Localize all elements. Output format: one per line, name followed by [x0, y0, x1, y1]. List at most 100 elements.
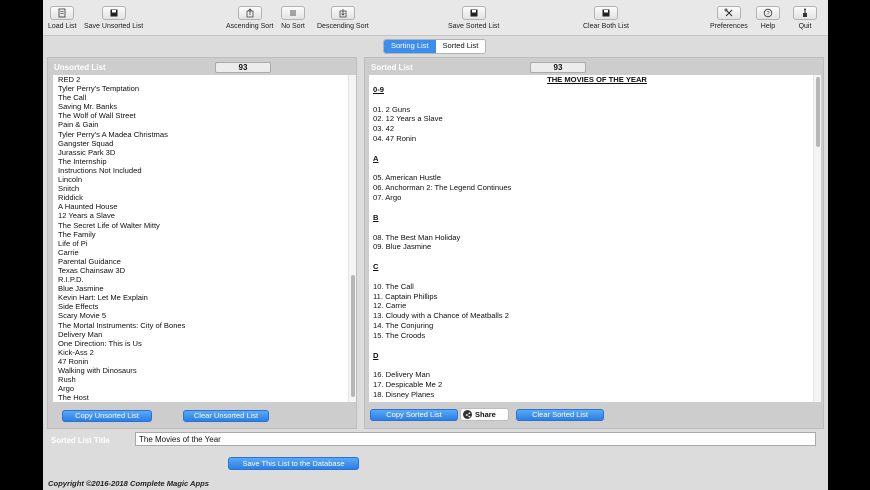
- save-unsorted-button[interactable]: Save Unsorted List: [84, 6, 143, 30]
- unsorted-list-item[interactable]: Tyler Perry's A Madea Christmas: [53, 130, 356, 139]
- descending-sort-button[interactable]: Descending Sort: [317, 6, 369, 30]
- unsorted-list-item[interactable]: Scary Movie 5: [53, 311, 356, 320]
- no-sort-button[interactable]: No Sort: [281, 6, 305, 30]
- sort-descending-icon: [330, 6, 355, 20]
- unsorted-list-item[interactable]: Gangster Squad: [53, 139, 356, 148]
- sorted-list-item[interactable]: 03. 42: [369, 124, 821, 134]
- unsorted-count: 93: [215, 62, 271, 73]
- help-label: Help: [760, 23, 776, 30]
- unsorted-scrollbar[interactable]: [348, 75, 356, 402]
- copy-unsorted-button[interactable]: Copy Unsorted List: [62, 410, 152, 422]
- unsorted-list-item[interactable]: The Secret Life of Walter Mitty: [53, 221, 356, 230]
- unsorted-list-item[interactable]: The Call: [53, 93, 356, 102]
- unsorted-list-item[interactable]: Argo: [53, 384, 356, 393]
- unsorted-list-item[interactable]: Kick-Ass 2: [53, 348, 356, 357]
- sorted-list-item[interactable]: 05. American Hustle: [369, 173, 821, 183]
- unsorted-list-item[interactable]: Side Effects: [53, 302, 356, 311]
- letter-heading: B: [373, 212, 379, 222]
- lever-icon: [793, 6, 817, 20]
- floppy-disk-icon: [461, 6, 486, 20]
- tab-sorting-list[interactable]: Sorting List: [384, 40, 436, 53]
- sorted-list-item[interactable]: 12. Carrie: [369, 301, 821, 311]
- sorted-list-item[interactable]: 01. 2 Guns: [369, 105, 821, 115]
- unsorted-list-item[interactable]: RED 2: [53, 75, 356, 84]
- sorted-list-item[interactable]: 11. Captain Phillips: [369, 292, 821, 302]
- save-sorted-button[interactable]: Save Sorted List: [448, 6, 499, 30]
- clear-sorted-button[interactable]: Clear Sorted List: [516, 409, 604, 421]
- tab-sorted-list[interactable]: Sorted List: [435, 40, 486, 53]
- unsorted-list-item[interactable]: Carrie: [53, 248, 356, 257]
- unsorted-list-item[interactable]: Riddick: [53, 193, 356, 202]
- no-sort-label: No Sort: [281, 23, 305, 30]
- share-button[interactable]: Share: [460, 408, 509, 421]
- unsorted-list-item[interactable]: The Host: [53, 393, 356, 402]
- unsorted-list-item[interactable]: Blue Jasmine: [53, 284, 356, 293]
- sorted-scrollbar[interactable]: [813, 75, 821, 402]
- sorted-list-item[interactable]: 09. Blue Jasmine: [369, 242, 821, 252]
- clear-unsorted-button[interactable]: Clear Unsorted List: [183, 410, 269, 422]
- sorted-list-item[interactable]: 10. The Call: [369, 282, 821, 292]
- sorted-list-item[interactable]: 13. Cloudy with a Chance of Meatballs 2: [369, 311, 821, 321]
- unsorted-list-item[interactable]: Instructions Not Included: [53, 166, 356, 175]
- sorted-list-item[interactable]: 17. Despicable Me 2: [369, 380, 821, 390]
- unsorted-list-item[interactable]: Snitch: [53, 184, 356, 193]
- sorted-list[interactable]: THE MOVIES OF THE YEAR 0-9 01. 2 Guns 02. …: [369, 75, 821, 402]
- letter-heading: 0-9: [373, 84, 384, 94]
- unsorted-list-item[interactable]: Walking with Dinosaurs: [53, 366, 356, 375]
- letter-heading: A: [373, 153, 379, 163]
- unsorted-list-item[interactable]: Kevin Hart: Let Me Explain: [53, 293, 356, 302]
- unsorted-list-item[interactable]: A Haunted House: [53, 202, 356, 211]
- sorted-list-item[interactable]: 08. The Best Man Holiday: [369, 233, 821, 243]
- unsorted-list-item[interactable]: Lincoln: [53, 175, 356, 184]
- quit-button[interactable]: Quit: [793, 6, 817, 30]
- sorted-list-item[interactable]: 06. Anchorman 2: The Legend Continues: [369, 183, 821, 193]
- ascending-sort-button[interactable]: Ascending Sort: [226, 6, 273, 30]
- quit-label: Quit: [798, 23, 812, 30]
- ascending-sort-label: Ascending Sort: [226, 23, 274, 30]
- save-to-database-button[interactable]: Save This List to the Database: [228, 457, 359, 470]
- sorted-list-item[interactable]: 15. The Croods: [369, 331, 821, 341]
- unsorted-list-item[interactable]: Delivery Man: [53, 330, 356, 339]
- sorted-list-item[interactable]: 04. 47 Ronin: [369, 134, 821, 144]
- unsorted-list-item[interactable]: The Wolf of Wall Street: [53, 111, 356, 120]
- descending-sort-label: Descending Sort: [317, 23, 369, 30]
- unsorted-list-item[interactable]: Jurassic Park 3D: [53, 148, 356, 157]
- unsorted-list-item[interactable]: Texas Chainsaw 3D: [53, 266, 356, 275]
- sorted-list-item[interactable]: 14. The Conjuring: [369, 321, 821, 331]
- unsorted-list-item[interactable]: Parental Guidance: [53, 257, 356, 266]
- unsorted-list[interactable]: RED 2 Tyler Perry's Temptation The Call Sav…: [53, 75, 356, 402]
- unsorted-list-item[interactable]: The Mortal Instruments: City of Bones: [53, 321, 356, 330]
- sorted-list-title-input[interactable]: [135, 432, 816, 446]
- sorted-list-item[interactable]: 02. 12 Years a Slave: [369, 114, 821, 124]
- sorted-list-item[interactable]: 16. Delivery Man: [369, 370, 821, 380]
- unsorted-list-item[interactable]: Tyler Perry's Temptation: [53, 84, 356, 93]
- copy-sorted-button[interactable]: Copy Sorted List: [370, 409, 458, 421]
- unsorted-list-item[interactable]: Life of Pi: [53, 239, 356, 248]
- save-unsorted-label: Save Unsorted List: [84, 23, 144, 30]
- help-button[interactable]: ? Help: [756, 6, 780, 30]
- load-list-button[interactable]: Load List: [48, 6, 76, 30]
- clear-both-button[interactable]: Clear Both List: [583, 6, 629, 30]
- unsorted-list-item[interactable]: R.I.P.D.: [53, 275, 356, 284]
- sorted-count: 93: [530, 62, 586, 73]
- unsorted-list-item[interactable]: Pain & Gain: [53, 120, 356, 129]
- unsorted-list-item[interactable]: The Internship: [53, 157, 356, 166]
- copyright-notice: Copyright ©2016-2018 Complete Magic Apps: [48, 479, 210, 488]
- unsorted-list-item[interactable]: 47 Ronin: [53, 357, 356, 366]
- floppy-disk-icon: [101, 6, 126, 20]
- preferences-button[interactable]: Preferences: [710, 6, 748, 30]
- share-label: Share: [475, 410, 496, 419]
- unsorted-list-item[interactable]: 12 Years a Slave: [53, 211, 356, 220]
- unsorted-scroll-thumb[interactable]: [351, 275, 355, 397]
- unsorted-list-item[interactable]: The Family: [53, 230, 356, 239]
- tools-icon: [716, 6, 741, 20]
- unsorted-list-item[interactable]: One Direction: This is Us: [53, 339, 356, 348]
- sorted-list-item[interactable]: 18. Disney Planes: [369, 390, 821, 400]
- unsorted-list-item[interactable]: Saving Mr. Banks: [53, 102, 356, 111]
- sorted-scroll-thumb[interactable]: [816, 77, 820, 147]
- sorted-list-item[interactable]: 07. Argo: [369, 193, 821, 203]
- unsorted-list-item[interactable]: Rush: [53, 375, 356, 384]
